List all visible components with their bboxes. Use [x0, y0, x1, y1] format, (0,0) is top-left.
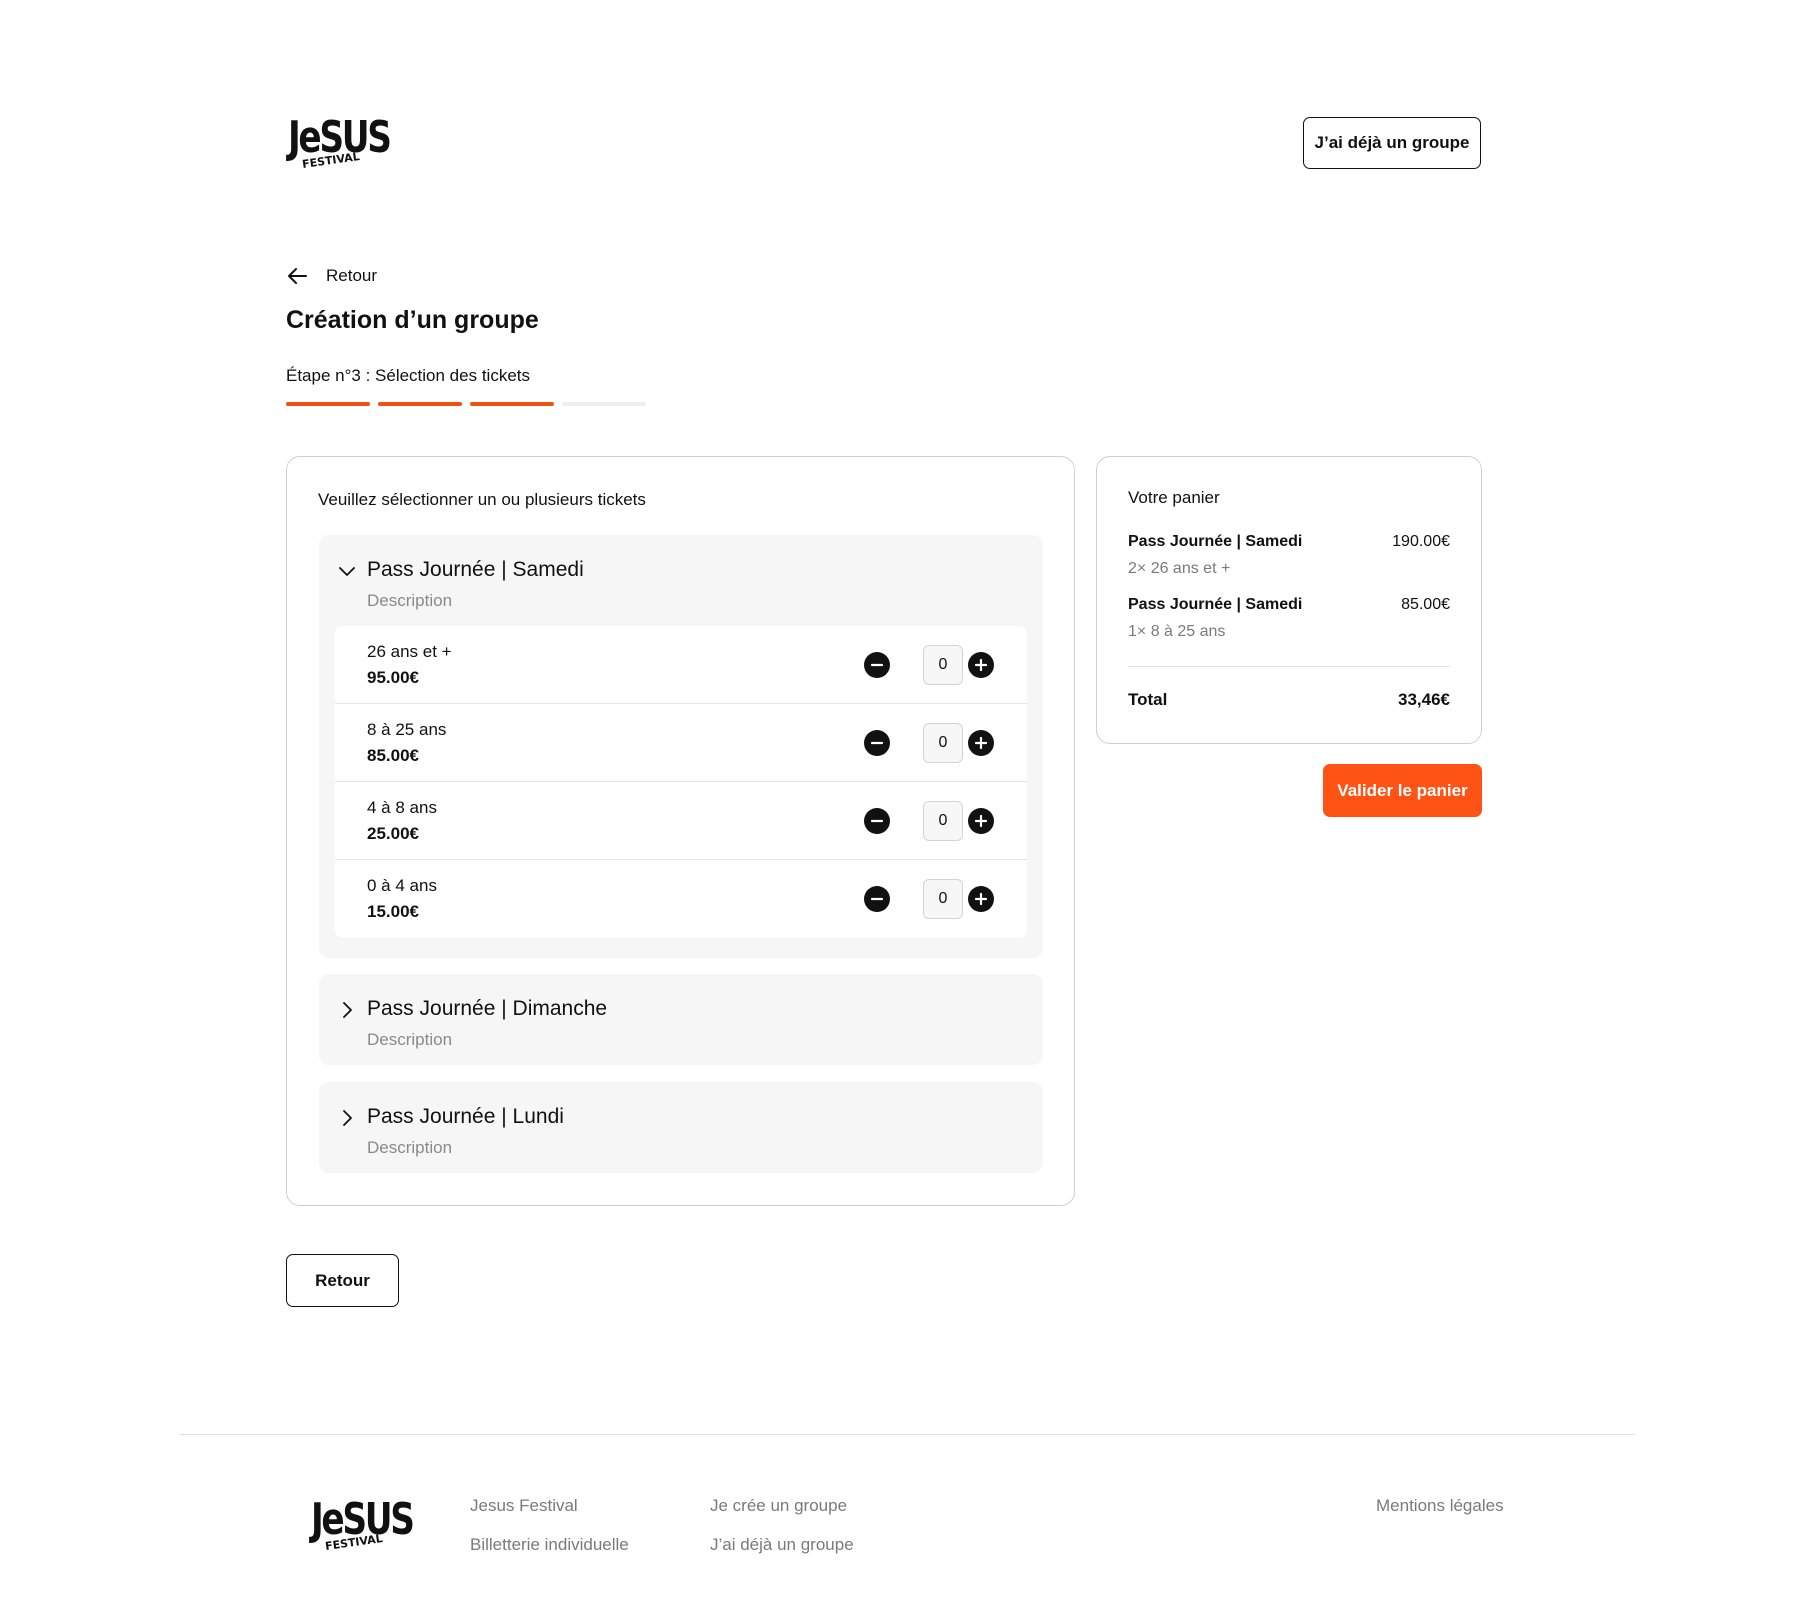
- back-button[interactable]: Retour: [286, 1254, 399, 1307]
- chevron-right-icon: [343, 1002, 352, 1018]
- cart-item-price: 85.00€: [1401, 596, 1450, 613]
- footer-link-individual-ticketing[interactable]: Billetterie individuelle: [470, 1535, 629, 1555]
- plus-icon: [974, 814, 988, 828]
- increment-button[interactable]: [968, 886, 994, 912]
- pass-description: Description: [367, 1138, 453, 1157]
- cart-item-detail: 2× 26 ans et +: [1128, 560, 1231, 577]
- pass-description: Description: [367, 1030, 453, 1049]
- ticket-price: 25.00€: [367, 824, 419, 843]
- chevron-right-icon: [343, 1110, 352, 1126]
- ticket-price: 85.00€: [367, 746, 419, 765]
- footer-logo: JeSUS FESTIVAL: [311, 1498, 415, 1554]
- progress-segment: [378, 402, 462, 406]
- ticket-list: 26 ans et + 95.00€ 0 8 à 25 ans 85.00€ 0: [335, 626, 1027, 938]
- ticket-label: 4 à 8 ans: [367, 798, 437, 817]
- ticket-row: 8 à 25 ans 85.00€ 0: [335, 704, 1027, 782]
- footer-divider: [179, 1434, 1635, 1435]
- progress-segment: [286, 402, 370, 406]
- arrow-left-icon: [288, 268, 307, 284]
- cart-item-detail: 1× 8 à 25 ans: [1128, 623, 1226, 640]
- decrement-button[interactable]: [864, 730, 890, 756]
- progress-segment: [562, 402, 646, 406]
- decrement-button[interactable]: [864, 808, 890, 834]
- decrement-button[interactable]: [864, 886, 890, 912]
- ticket-row: 0 à 4 ans 15.00€ 0: [335, 860, 1027, 938]
- back-link[interactable]: Retour: [286, 266, 377, 286]
- cart-item-name: Pass Journée | Samedi: [1128, 533, 1303, 550]
- quantity-field[interactable]: 0: [923, 723, 963, 763]
- tickets-instructions: Veuillez sélectionner un ou plusieurs ti…: [318, 490, 646, 509]
- cart-title: Votre panier: [1128, 488, 1220, 507]
- footer-link-existing-group[interactable]: J’ai déjà un groupe: [710, 1535, 854, 1555]
- chevron-down-icon: [339, 567, 355, 576]
- pass-title: Pass Journée | Lundi: [367, 1105, 564, 1128]
- pass-title: Pass Journée | Dimanche: [367, 997, 608, 1020]
- increment-button[interactable]: [968, 730, 994, 756]
- cart-divider: [1128, 666, 1450, 667]
- pass-description: Description: [367, 591, 453, 610]
- cart-total-value: 33,46€: [1398, 690, 1450, 709]
- pass-samedi-header[interactable]: Pass Journée | Samedi Description: [319, 535, 1043, 625]
- increment-button[interactable]: [968, 652, 994, 678]
- page-title: Création d’un groupe: [286, 306, 539, 334]
- minus-icon: [870, 819, 884, 823]
- pass-dimanche[interactable]: Pass Journée | Dimanche Description: [319, 974, 1043, 1065]
- quantity-field[interactable]: 0: [923, 801, 963, 841]
- validate-cart-button[interactable]: Valider le panier: [1323, 764, 1482, 817]
- logo: JeSUS FESTIVAL: [288, 116, 392, 172]
- ticket-label: 0 à 4 ans: [367, 876, 437, 895]
- footer-link-create-group[interactable]: Je crée un groupe: [710, 1496, 847, 1516]
- cart-item-name: Pass Journée | Samedi: [1128, 596, 1303, 613]
- tickets-card: Veuillez sélectionner un ou plusieurs ti…: [286, 456, 1075, 1206]
- quantity-field[interactable]: 0: [923, 645, 963, 685]
- plus-icon: [974, 658, 988, 672]
- ticket-row: 26 ans et + 95.00€ 0: [335, 626, 1027, 704]
- plus-icon: [974, 736, 988, 750]
- cart-item-price: 190.00€: [1392, 533, 1450, 550]
- increment-button[interactable]: [968, 808, 994, 834]
- ticket-price: 95.00€: [367, 668, 419, 687]
- progress-segment: [470, 402, 554, 406]
- cart-card: Votre panier Pass Journée | Samedi 190.0…: [1096, 456, 1482, 744]
- step-progress: [286, 402, 646, 406]
- existing-group-button[interactable]: J’ai déjà un groupe: [1303, 117, 1481, 169]
- pass-title: Pass Journée | Samedi: [367, 558, 584, 581]
- ticket-row: 4 à 8 ans 25.00€ 0: [335, 782, 1027, 860]
- pass-lundi[interactable]: Pass Journée | Lundi Description: [319, 1082, 1043, 1173]
- decrement-button[interactable]: [864, 652, 890, 678]
- cart-total-label: Total: [1128, 690, 1168, 709]
- footer-link-legal[interactable]: Mentions légales: [1376, 1496, 1504, 1516]
- back-link-label: Retour: [326, 266, 378, 285]
- ticket-label: 26 ans et +: [367, 642, 452, 661]
- ticket-label: 8 à 25 ans: [367, 720, 447, 739]
- step-label: Étape n°3 : Sélection des tickets: [286, 366, 530, 385]
- footer-link-jesus-festival[interactable]: Jesus Festival: [470, 1496, 578, 1516]
- minus-icon: [870, 897, 884, 901]
- minus-icon: [870, 741, 884, 745]
- plus-icon: [974, 892, 988, 906]
- ticket-price: 15.00€: [367, 902, 419, 921]
- minus-icon: [870, 663, 884, 667]
- quantity-field[interactable]: 0: [923, 879, 963, 919]
- pass-samedi: Pass Journée | Samedi Description 26 ans…: [319, 535, 1043, 958]
